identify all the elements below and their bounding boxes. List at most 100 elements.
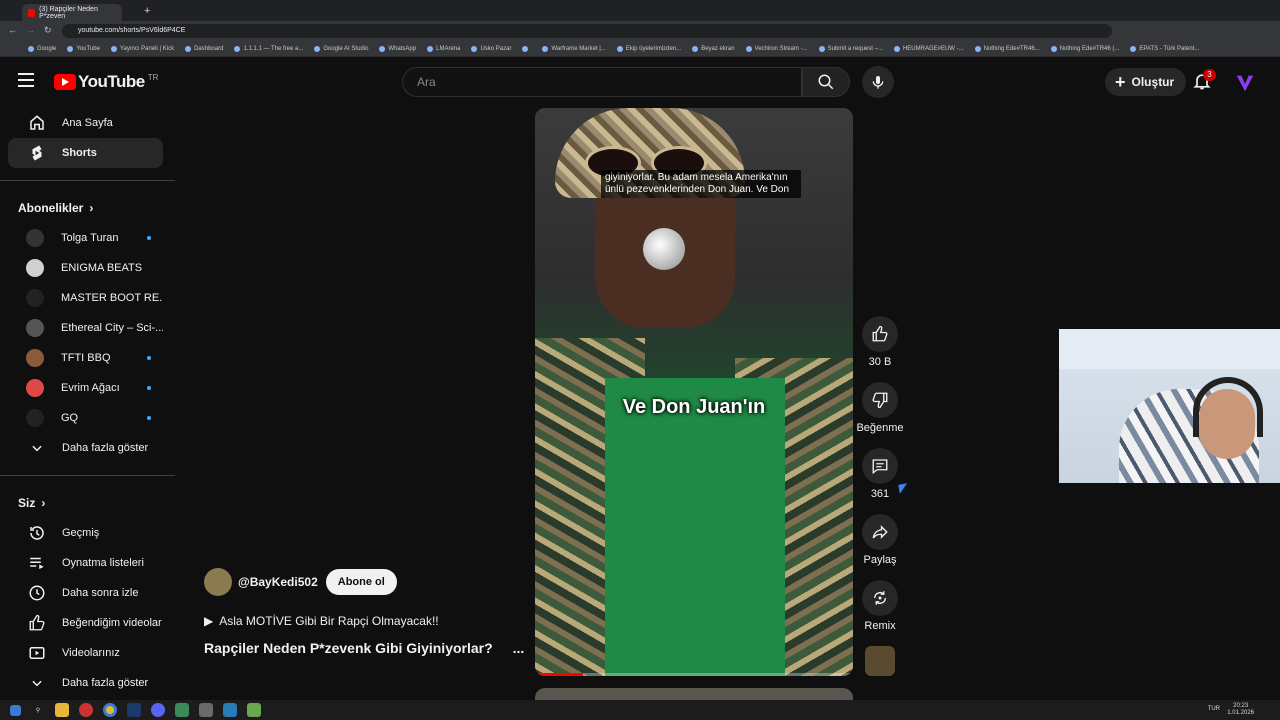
bookmark-favicon-icon <box>522 45 529 52</box>
notification-badge: 3 <box>1203 69 1216 81</box>
forward-icon[interactable]: → <box>26 25 35 35</box>
file-explorer-icon[interactable] <box>55 703 69 717</box>
bookmark-item[interactable]: EPATS - Türk Patent... <box>1130 45 1199 52</box>
bookmark-label: Submit a request –... <box>827 45 883 52</box>
channel-avatar <box>26 229 44 247</box>
app-icon[interactable] <box>79 703 93 717</box>
bookmark-favicon-icon <box>893 45 900 52</box>
sound-thumbnail[interactable] <box>865 646 895 676</box>
sidebar-item-shorts[interactable]: Shorts <box>8 138 163 168</box>
comment-button[interactable] <box>862 448 898 484</box>
search-button[interactable] <box>802 67 850 97</box>
you-heading[interactable]: Siz › <box>0 488 175 518</box>
subs-show-more[interactable]: Daha fazla göster <box>8 433 163 463</box>
bookmark-favicon-icon <box>67 45 74 52</box>
app-icon[interactable] <box>247 703 261 717</box>
sidebar-subscription[interactable]: MASTER BOOT RE... <box>8 283 163 313</box>
bookmark-item[interactable]: Nothing Ede#TR46... <box>974 45 1040 52</box>
steam-icon[interactable] <box>127 703 141 717</box>
bookmark-favicon-icon <box>234 45 241 52</box>
sidebar-subscription[interactable]: ENIGMA BEATS <box>8 253 163 283</box>
dislike-button[interactable] <box>862 382 898 418</box>
sidebar-item-you[interactable]: Daha sonra izle <box>8 578 163 608</box>
bookmark-item[interactable] <box>522 45 531 52</box>
search-input[interactable]: Ara <box>402 67 802 97</box>
next-short-preview[interactable] <box>535 688 853 700</box>
bookmark-item[interactable]: 1.1.1.1 — The free a... <box>234 45 303 52</box>
subscribe-button[interactable]: Abone ol <box>325 569 397 595</box>
mouse-cursor-icon <box>898 483 909 494</box>
voice-search-button[interactable] <box>862 66 894 98</box>
bookmark-item[interactable]: Submit a request –... <box>818 45 883 52</box>
app-icon[interactable] <box>199 703 213 717</box>
sidebar-item-home[interactable]: Ana Sayfa <box>8 108 163 138</box>
sidebar-item-you[interactable]: Oynatma listeleri <box>8 548 163 578</box>
microphone-icon <box>872 76 884 89</box>
bookmark-label: Vechiron Stream -... <box>754 45 808 52</box>
like-button[interactable] <box>862 316 898 352</box>
history-icon <box>27 523 47 543</box>
windows-start-icon[interactable] <box>10 704 21 716</box>
bookmark-item[interactable]: Yayıncı Paneli | Kick <box>110 45 174 52</box>
music-row[interactable]: ▶ Asla MOTİVE Gibi Bir Rapçi Olmayacak!! <box>204 614 534 628</box>
youtube-logo[interactable]: YouTube TR <box>54 72 158 92</box>
back-icon[interactable]: ← <box>8 25 17 35</box>
video-title[interactable]: Rapçiler Neden P*zevenk Gibi Giyiniyorla… <box>204 640 493 656</box>
short-video-player[interactable]: giyiniyorlar. Bu adam mesela Amerika'nın… <box>535 108 853 676</box>
share-label: Paylaş <box>863 554 897 566</box>
sidebar-subscription[interactable]: Evrim Ağacı <box>8 373 163 403</box>
account-avatar[interactable] <box>1233 71 1257 95</box>
sidebar-item-you[interactable]: Daha fazla göster <box>8 668 163 698</box>
sidebar-item-label: Beğendiğim videolar <box>62 617 162 629</box>
liked-icon <box>27 613 47 633</box>
new-tab-button[interactable]: + <box>144 5 150 17</box>
bookmark-item[interactable]: Google AI Studio <box>314 45 368 52</box>
you-list: Geçmiş Oynatma listeleri Daha sonra izle Be… <box>0 518 175 698</box>
bookmark-item[interactable]: Ekip üyelerimizden... <box>616 45 681 52</box>
create-button[interactable]: + Oluştur <box>1105 68 1187 96</box>
sidebar-subscription[interactable]: Ethereal City – Sci-... <box>8 313 163 343</box>
bookmark-item[interactable]: YouTube <box>67 45 100 52</box>
sidebar-subscription[interactable]: TFTI BBQ <box>8 343 163 373</box>
bookmark-item[interactable]: Beyaz ekran <box>692 45 735 52</box>
channel-name[interactable]: @BayKedi502 <box>238 575 318 589</box>
bookmark-favicon-icon <box>542 45 549 52</box>
bookmark-item[interactable]: Nothing Ede#TR46 (... <box>1050 45 1119 52</box>
channel-avatar <box>26 319 44 337</box>
app-icon[interactable] <box>175 703 189 717</box>
browser-tab[interactable]: (3) Rapçiler Neden P*zeven <box>22 4 122 21</box>
bookmark-favicon-icon <box>745 45 752 52</box>
more-button[interactable]: ... <box>513 640 525 656</box>
bookmark-item[interactable]: Warframe Market |... <box>542 45 606 52</box>
youtube-logo-icon <box>54 74 76 90</box>
system-clock[interactable]: 20:23 1.01.2026 <box>1227 703 1254 717</box>
remix-button[interactable] <box>862 580 898 616</box>
discord-icon[interactable] <box>151 703 165 717</box>
sidebar-item-you[interactable]: Geçmiş <box>8 518 163 548</box>
channel-avatar[interactable] <box>204 568 232 596</box>
reload-icon[interactable]: ↻ <box>44 25 52 36</box>
bookmark-item[interactable]: HEUMRAGE#EUW -... <box>893 45 964 52</box>
bookmark-item[interactable]: Vechiron Stream -... <box>745 45 808 52</box>
search-icon[interactable]: ⚲ <box>31 703 45 717</box>
bookmark-item[interactable]: Uskо Pazar <box>471 45 511 52</box>
share-button[interactable] <box>862 514 898 550</box>
bookmark-item[interactable]: Google <box>28 45 56 52</box>
video-progress-bar[interactable] <box>535 673 853 676</box>
sidebar-item-you[interactable]: Videolarınız <box>8 638 163 668</box>
subscriptions-heading[interactable]: Abonelikler › <box>0 193 175 223</box>
sidebar-subscription[interactable]: GQ <box>8 403 163 433</box>
divider <box>0 180 175 181</box>
bookmark-label: Nothing Ede#TR46... <box>983 45 1040 52</box>
chrome-icon[interactable] <box>103 703 117 717</box>
channel-avatar <box>26 379 44 397</box>
input-language[interactable]: TUR <box>1208 706 1220 712</box>
address-bar[interactable]: youtube.com/shorts/PsV6ld6P4CE <box>62 24 1112 38</box>
sidebar-item-you[interactable]: Beğendiğim videolar <box>8 608 163 638</box>
sidebar-subscription[interactable]: Tolga Turan <box>8 223 163 253</box>
bookmark-item[interactable]: WhatsApp <box>379 45 416 52</box>
bookmark-item[interactable]: LMArena <box>427 45 460 52</box>
menu-icon[interactable] <box>18 73 34 87</box>
app-icon[interactable] <box>223 703 237 717</box>
bookmark-item[interactable]: Dashboard <box>185 45 223 52</box>
